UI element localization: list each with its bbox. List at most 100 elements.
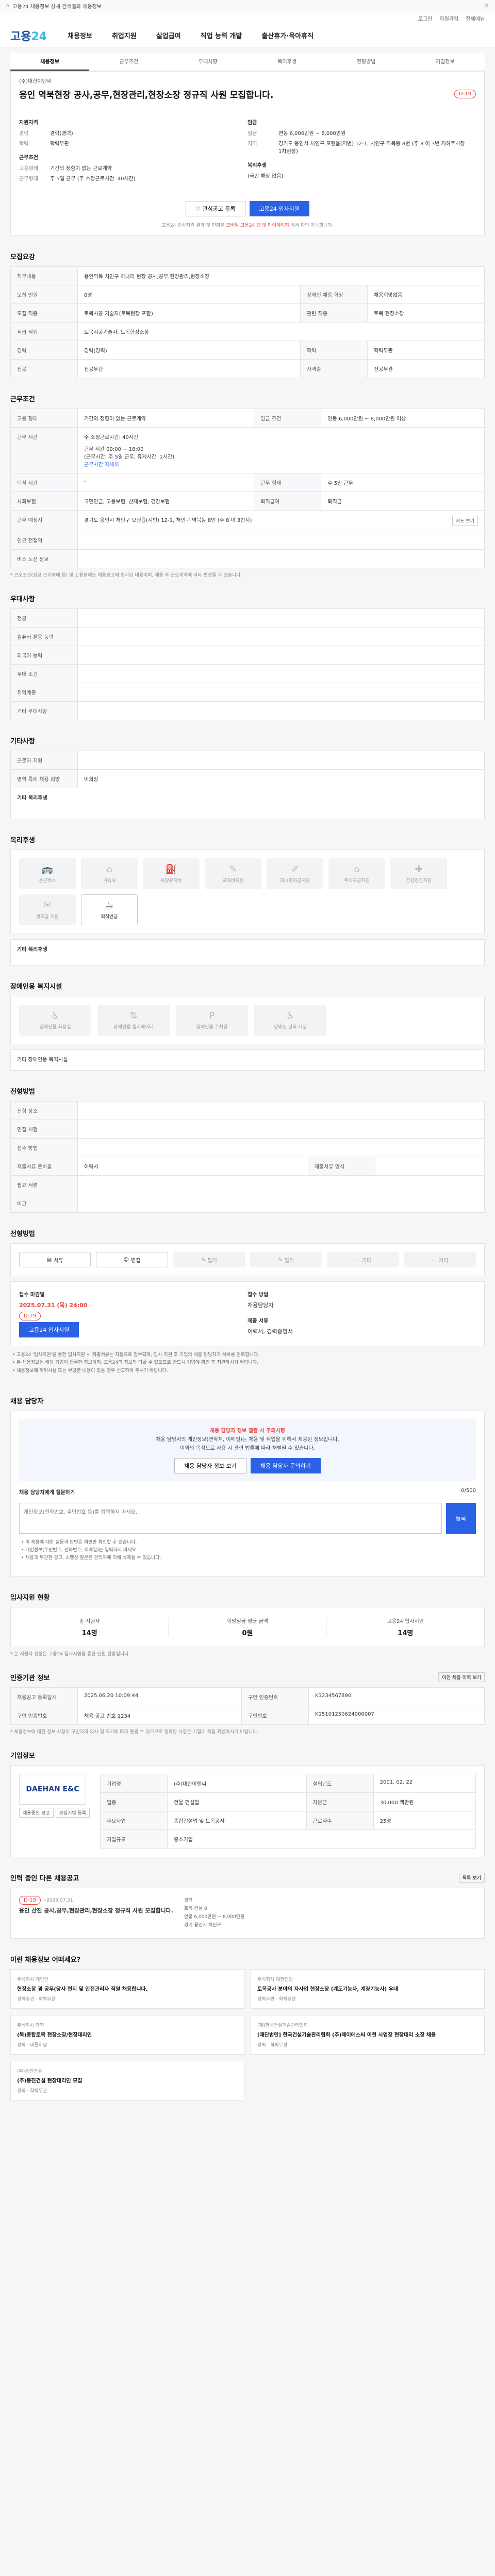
section-etc-title: 기타사항 <box>10 738 35 745</box>
th-cell: 취약계층 <box>10 683 78 702</box>
tab-recruit[interactable]: 채용정보 <box>10 53 90 71</box>
accessibility-icon: ⇅ <box>129 1010 138 1021</box>
th-cell: 전공 <box>10 359 78 378</box>
recommend-card[interactable]: (주)동진건설 (주)동진건설 현장대리인 모집 경력 · 학력무관 <box>10 2060 244 2100</box>
welfare-icons: 🚌 통근버스 ⌂ 기숙사 ⛽ 차량유지비 ✎ 교육비지원 ✐ 자녀학자금지원 ⌂ 주택자금지원 ✚ 건강검… <box>10 850 485 934</box>
apply-notice: 고용24 입사지원 결과 및 현황은 모바일 고용24 앱 및 마이페이지 에서… <box>161 223 334 228</box>
td-cell: 학력무관 <box>367 341 485 360</box>
related-job[interactable]: D-19 ~2025.07.31 용인 산진 공사,공무,현장관리,현장소장 정… <box>10 1887 485 1939</box>
bullet: • 채용과 무관한 광고, 스팸성 질문은 관리자에 의해 삭제될 수 있습니다… <box>21 1555 161 1561</box>
th-cell: 근로자수 <box>306 1810 374 1830</box>
related-meta: 경력 <box>184 1897 193 1903</box>
apply-button-2[interactable]: 고용24 입사지원 <box>19 1322 79 1337</box>
td-cell: 전공무관 <box>367 359 485 378</box>
th-cell: 기업규모 <box>100 1829 168 1849</box>
th-cell: 병역 특례 채용 희망 <box>10 769 78 788</box>
nav-unemployment[interactable]: 실업급여 <box>156 30 181 40</box>
util-signup[interactable]: 회원가입 <box>439 14 458 22</box>
question-count: 0/500 <box>461 1487 476 1494</box>
ask-contact-button[interactable]: 채용 담당자 문의하기 <box>250 1458 321 1473</box>
contact-banner: 채용 담당자 정보 열람 시 주의사항 채용 담당자의 개인정보(연락처, 이메… <box>19 1419 476 1481</box>
tab-company[interactable]: 기업정보 <box>406 53 485 71</box>
method-written: ✎ 필기 <box>173 1252 245 1267</box>
tab-conditions[interactable]: 근무조건 <box>89 53 168 71</box>
td-cell: 비희망 <box>77 769 485 788</box>
preference-table: 전공 컴퓨터 활용 능력 외국어 능력 우대 조건 취약계층 기타 우대사항 <box>10 608 485 720</box>
recommend-co: 주식회사 대한인원 <box>257 1977 293 1982</box>
td-cell: 연봉 6,000만원 ~ 8,000만원 이상 <box>321 409 485 428</box>
stat-online: 고용24 입사지원 14명 <box>387 1618 424 1637</box>
util-allmenu[interactable]: 전체메뉴 <box>466 14 485 22</box>
th-cell: 고용 형태 <box>10 409 78 428</box>
nav-jobs[interactable]: 채용정보 <box>68 30 92 40</box>
accessible-item: P 장애인용 주차장 <box>176 1005 248 1036</box>
section-company-title: 기업정보 <box>10 1752 35 1760</box>
welfare-label: 자녀학자금지원 <box>280 878 310 884</box>
company-box: DAEHAN E&C 채용중인 공고 관심기업 등록 기업명 (주)대한이엔씨 설립… <box>10 1765 485 1857</box>
related-more-link[interactable]: 목록 보기 <box>458 1872 485 1883</box>
tab-welfare[interactable]: 복리후생 <box>248 53 326 71</box>
recommend-card[interactable]: 주식회사 개인인 현장소장 경 공무(당사 현지 및 안전관리자 직원 채용합니다… <box>10 1969 244 2009</box>
td-cell <box>77 646 485 665</box>
scrap-button[interactable]: ♡ 관심공고 등록 <box>186 201 245 216</box>
document-icon: ▤ <box>46 1257 52 1263</box>
map-button[interactable]: 지도 보기 <box>452 516 478 526</box>
bullet: • 고용24 '입사지원'을 통한 입사지원 시 제출서류는 자동으로 첨부되며… <box>12 1352 259 1358</box>
td-cell: K15101250624000007 <box>308 1705 485 1725</box>
contact-box: 채용 담당자 정보 열람 시 주의사항 채용 담당자의 개인정보(연락처, 이메… <box>10 1410 485 1577</box>
company-jobs-button[interactable]: 채용중인 공고 <box>19 1807 54 1818</box>
detail-tabs: 채용정보 근무조건 우대사항 복리후생 전형방법 기업정보 <box>10 53 485 71</box>
company-name[interactable]: (주)대한이엔씨 <box>19 77 476 84</box>
kv-key: 지역 <box>248 141 257 147</box>
related-dday: D-19 <box>19 1895 41 1905</box>
history-link[interactable]: 이전 채용 이력 보기 <box>438 1672 485 1682</box>
stats-note: * 본 지원자 현황은 고용24 입사지원을 통한 인원 현황입니다. <box>10 1651 130 1657</box>
site-logo[interactable]: 고용24 <box>10 27 47 44</box>
interview-icon: ☺ <box>123 1257 129 1263</box>
th-cell: 직무내용 <box>10 266 78 285</box>
welfare-more: 기타 복리후생 <box>10 939 485 965</box>
section-stats-title: 입사지원 현황 <box>10 1594 50 1602</box>
worktime-link[interactable]: 근무시간 자세히 <box>84 460 478 468</box>
question-submit-button[interactable]: 등록 <box>446 1502 476 1534</box>
footer-space <box>10 2100 485 2116</box>
accessibility-icon: ♿ <box>286 1010 295 1021</box>
td-cell: 25명 <box>373 1810 476 1830</box>
th-cell: 장애인 채용 희망 <box>300 285 368 304</box>
apply-button[interactable]: 고용24 입사지원 <box>249 201 309 216</box>
worktime-detail: (근무시간: 주 5일 근무, 휴게시간: 1시간) <box>84 454 175 460</box>
nav-support[interactable]: 취업지원 <box>112 30 137 40</box>
section-accessible-title: 장애인용 복지시설 <box>10 983 62 991</box>
section-recs-title: 이런 채용정보 어떠세요? <box>10 1956 81 1964</box>
company-fav-button[interactable]: 관심기업 등록 <box>55 1807 90 1818</box>
th-cell: 우대 조건 <box>10 664 78 683</box>
summary-pay-heading: 임금 <box>248 120 257 126</box>
dday-badge: D-19 <box>454 90 476 98</box>
nav-leave[interactable]: 출산휴가·육아휴직 <box>261 30 314 40</box>
accessibility-icon: P <box>209 1010 215 1021</box>
welfare-item: ✉ 경조금 지원 <box>19 894 76 925</box>
bullet: • 채용정보에 허위사실 또는 부당한 내용이 있을 경우 신고하여 주시기 바… <box>12 1368 168 1374</box>
td-cell: 건물 건설업 <box>167 1792 307 1811</box>
view-contact-button[interactable]: 채용 담당자 정보 보기 <box>174 1458 246 1473</box>
recommend-card[interactable]: 주식회사 영진 (복)종합토목 현장소장/현장대리인 경력 · 대졸이상 <box>10 2014 244 2055</box>
recommend-card[interactable]: 주식회사 대한인원 토목공사 분야의 자사업 현장소장 (계도기능자, 계량기능사… <box>251 1969 485 2009</box>
related-title[interactable]: 용인 산진 공사,공무,현장관리,현장소장 정규직 사원 모집합니다. <box>19 1906 174 1914</box>
contact-info-b: 이외의 목적으로 사용 시 관련 법률에 따라 처벌될 수 있습니다. <box>180 1445 315 1451</box>
job-title: 용인 역북현장 공사,공무,현장관리,현장소장 정규직 사원 모집합니다. <box>19 90 274 100</box>
question-notes: • 이 채용에 대한 질문과 답변은 회원만 확인할 수 있습니다. • 개인정… <box>19 1534 476 1568</box>
th-cell: 퇴직급여 <box>254 492 322 511</box>
site-header: 고용24 채용정보 취업지원 실업급여 직업 능력 개발 출산휴가·육아휴직 <box>0 24 495 47</box>
etc-more-heading: 기타 복리후생 <box>17 795 47 801</box>
pencil-icon: ✎ <box>201 1257 206 1263</box>
tab-preference[interactable]: 우대사항 <box>169 53 248 71</box>
nav-training[interactable]: 직업 능력 개발 <box>201 30 242 40</box>
question-input[interactable] <box>19 1502 442 1534</box>
util-login[interactable]: 로그인 <box>418 14 433 22</box>
tab-process[interactable]: 전형방법 <box>326 53 405 71</box>
method-etc-2: … 기타 <box>404 1252 476 1267</box>
td-cell: 0명 <box>77 285 301 304</box>
recommend-card[interactable]: (재)한국건설기술관리협회 [재단법인] 한국건설기술관리협회 (주)제이에스씨 … <box>251 2014 485 2055</box>
kv-value: 주 5일 근무 (주 소정근로시간: 40시간) <box>50 176 136 182</box>
close-icon[interactable]: ✕ <box>485 3 489 9</box>
